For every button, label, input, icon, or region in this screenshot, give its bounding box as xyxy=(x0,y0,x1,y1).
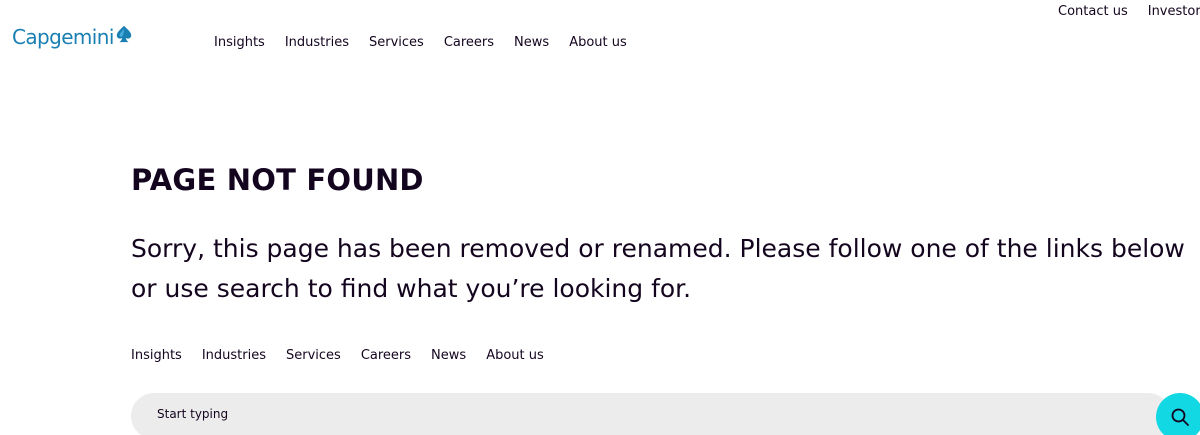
link-about-us[interactable]: About us xyxy=(486,348,544,363)
logo-wordmark: Capgemini xyxy=(12,25,114,49)
investors-link[interactable]: Investors xyxy=(1148,4,1200,19)
contact-us-link[interactable]: Contact us xyxy=(1058,4,1128,19)
nav-services[interactable]: Services xyxy=(369,35,424,50)
nav-industries[interactable]: Industries xyxy=(285,35,349,50)
capgemini-logo[interactable]: Capgemini xyxy=(12,25,133,49)
error-message: Sorry, this page has been removed or ren… xyxy=(131,234,1185,303)
nav-about-us[interactable]: About us xyxy=(569,35,627,50)
link-industries[interactable]: Industries xyxy=(202,348,266,363)
link-services[interactable]: Services xyxy=(286,348,341,363)
nav-insights[interactable]: Insights xyxy=(214,35,265,50)
utility-nav: Contact us Investors xyxy=(1058,4,1200,19)
page-title: PAGE NOT FOUND xyxy=(131,163,424,197)
link-careers[interactable]: Careers xyxy=(361,348,411,363)
link-news[interactable]: News xyxy=(431,348,466,363)
spade-icon xyxy=(116,25,131,43)
search-icon xyxy=(1171,408,1189,426)
nav-careers[interactable]: Careers xyxy=(444,35,494,50)
link-insights[interactable]: Insights xyxy=(131,348,182,363)
page: Contact us Investors Capgemini Insights … xyxy=(0,0,1200,435)
nav-news[interactable]: News xyxy=(514,35,549,50)
search-bar xyxy=(131,393,1171,435)
search-button[interactable] xyxy=(1156,393,1200,435)
search-input[interactable] xyxy=(157,407,1057,421)
main-nav: Insights Industries Services Careers New… xyxy=(214,35,627,50)
suggested-links: Insights Industries Services Careers New… xyxy=(131,348,544,363)
